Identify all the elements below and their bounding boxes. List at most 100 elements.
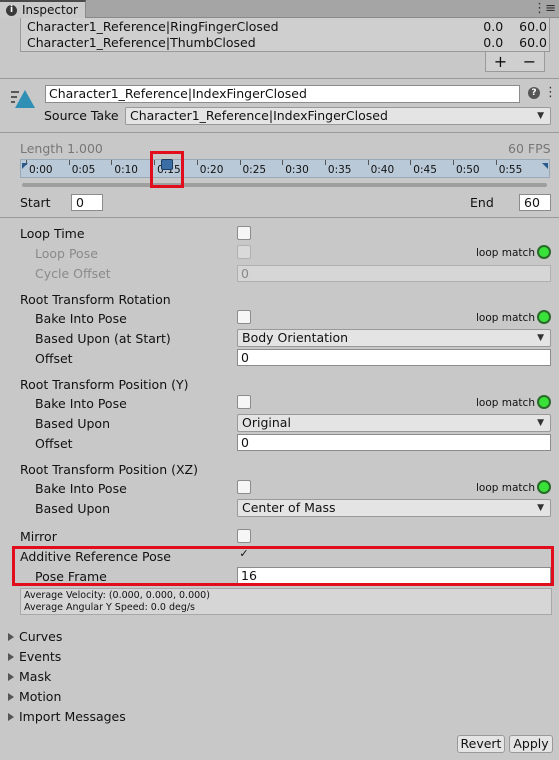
based-upon-xz-label: Based Upon xyxy=(35,501,110,516)
ruler-tick-label: 0:30 xyxy=(285,164,309,176)
root-position-xz-title: Root Transform Position (XZ) xyxy=(20,462,198,477)
clip-start: 0.0 xyxy=(483,18,504,34)
help-icon[interactable]: ? xyxy=(528,87,540,99)
add-clip-button[interactable]: + xyxy=(494,52,507,71)
position-y-offset-field[interactable]: 0 xyxy=(237,434,551,451)
ruler-tick-mark xyxy=(367,160,369,165)
ruler-tick-mark xyxy=(282,160,284,165)
foldout-events[interactable]: Events xyxy=(8,649,61,664)
ruler-tick-label: 0:00 xyxy=(29,164,53,176)
foldout-import-messages[interactable]: Import Messages xyxy=(8,709,126,724)
loop-pose-checkbox[interactable] xyxy=(237,245,251,259)
average-angular-speed-text: Average Angular Y Speed: 0.0 deg/s xyxy=(24,602,195,613)
timeline-scrollbar[interactable] xyxy=(22,183,547,187)
ruler-tick-mark xyxy=(111,160,113,165)
bake-position-y-label: Bake Into Pose xyxy=(35,396,127,411)
apply-button[interactable]: Apply xyxy=(509,735,553,753)
ruler-tick-label: 0:10 xyxy=(114,164,138,176)
window-menu-icon[interactable]: ⋮≡ xyxy=(533,1,556,16)
motion-info-box: Average Velocity: (0.000, 0.000, 0.000) … xyxy=(20,588,552,615)
root-position-y-title: Root Transform Position (Y) xyxy=(20,377,189,392)
revert-button[interactable]: Revert xyxy=(457,735,505,753)
ruler-tick-label: 0:55 xyxy=(498,164,523,176)
additive-pose-highlight xyxy=(12,546,554,586)
based-upon-xz-dropdown[interactable]: Center of Mass ▼ xyxy=(237,499,551,517)
clip-list-item[interactable]: Character1_Reference|ThumbClosed 0.0 60.… xyxy=(27,33,547,51)
divider xyxy=(0,132,559,133)
ruler-tick-mark xyxy=(324,160,326,165)
rotation-offset-label: Offset xyxy=(35,351,73,366)
chevron-down-icon: ▼ xyxy=(537,333,544,343)
foldout-curves[interactable]: Curves xyxy=(8,629,62,644)
chevron-down-icon: ▼ xyxy=(537,111,544,121)
based-upon-rotation-dropdown[interactable]: Body Orientation ▼ xyxy=(237,329,551,347)
start-marker-icon[interactable] xyxy=(22,163,28,169)
timeline-ruler[interactable]: 0:00 0:05 0:10 0:15 0:20 0:25 0:30 0:35 0:40 0:45… xyxy=(20,159,550,178)
ruler-tick-mark xyxy=(453,160,454,165)
clip-name: Character1_Reference|ThumbClosed xyxy=(27,34,256,50)
chevron-right-icon xyxy=(8,632,14,641)
info-icon: i xyxy=(6,4,17,16)
loop-match-indicator-icon xyxy=(537,480,551,494)
chevron-down-icon: ▼ xyxy=(537,503,544,513)
end-marker-icon[interactable] xyxy=(542,163,548,169)
mirror-checkbox[interactable] xyxy=(237,529,251,543)
chevron-down-icon: ▼ xyxy=(537,418,544,428)
ruler-tick-label: 0:20 xyxy=(199,164,224,176)
end-field[interactable]: 60 xyxy=(519,194,551,211)
ruler-tick-label: 0:35 xyxy=(327,164,352,176)
ruler-tick-mark xyxy=(196,160,198,165)
inspector-tab[interactable]: i Inspector xyxy=(0,0,86,18)
ruler-tick-mark xyxy=(68,160,70,165)
based-upon-xz-value: Center of Mass xyxy=(242,500,336,515)
bake-position-xz-checkbox[interactable] xyxy=(237,480,251,494)
length-label: Length 1.000 xyxy=(20,141,103,156)
foldout-label: Import Messages xyxy=(19,709,126,724)
clip-list: Character1_Reference|RingFingerClosed 0.… xyxy=(20,18,550,52)
foldout-label: Curves xyxy=(19,629,63,644)
bake-rotation-checkbox[interactable] xyxy=(237,310,251,324)
bake-rotation-label: Bake Into Pose xyxy=(35,311,127,326)
foldout-label: Events xyxy=(19,649,62,664)
based-upon-y-dropdown[interactable]: Original ▼ xyxy=(237,414,551,432)
foldout-mask[interactable]: Mask xyxy=(8,669,51,684)
position-y-offset-label: Offset xyxy=(35,436,73,451)
based-upon-y-value: Original xyxy=(242,415,291,430)
loop-match-label: loop match xyxy=(476,247,535,259)
clip-list-footer: + − xyxy=(485,52,545,72)
ruler-tick-label: 0:25 xyxy=(242,164,267,176)
fps-label: 60 FPS xyxy=(508,141,551,156)
divider xyxy=(0,78,559,79)
start-field[interactable]: 0 xyxy=(71,194,103,211)
loop-match-label: loop match xyxy=(476,312,535,324)
source-take-label: Source Take xyxy=(44,108,119,123)
ruler-tick-label: 0:50 xyxy=(456,164,480,176)
start-label: Start xyxy=(20,195,51,210)
remove-clip-button[interactable]: − xyxy=(523,52,536,71)
loop-time-label: Loop Time xyxy=(20,226,85,241)
ruler-tick-label: 0:05 xyxy=(71,164,96,176)
loop-match-indicator-icon xyxy=(537,245,551,259)
clip-name: Character1_Reference|RingFingerClosed xyxy=(27,18,279,34)
clip-name-field[interactable]: Character1_Reference|IndexFingerClosed xyxy=(45,85,520,103)
loop-match-label: loop match xyxy=(476,397,535,409)
rotation-offset-field[interactable]: 0 xyxy=(237,349,551,366)
inspector-tab-label: Inspector xyxy=(22,3,78,17)
source-take-dropdown[interactable]: Character1_Reference|IndexFingerClosed ▼ xyxy=(125,107,551,125)
loop-match-label: loop match xyxy=(476,482,535,494)
divider xyxy=(0,217,559,218)
cycle-offset-field[interactable]: 0 xyxy=(237,265,551,282)
average-velocity-text: Average Velocity: (0.000, 0.000, 0.000) xyxy=(24,590,210,601)
chevron-right-icon xyxy=(8,712,14,721)
clip-end: 60.0 xyxy=(519,18,547,34)
foldout-label: Mask xyxy=(19,669,52,684)
based-upon-rotation-value: Body Orientation xyxy=(242,330,349,345)
playhead-highlight xyxy=(150,151,184,188)
settings-menu-icon[interactable]: ⋮ xyxy=(544,85,557,100)
foldout-motion[interactable]: Motion xyxy=(8,689,61,704)
loop-match-indicator-icon xyxy=(537,310,551,324)
foldout-label: Motion xyxy=(19,689,62,704)
based-upon-y-label: Based Upon xyxy=(35,416,110,431)
loop-time-checkbox[interactable] xyxy=(237,226,251,240)
bake-position-y-checkbox[interactable] xyxy=(237,395,251,409)
